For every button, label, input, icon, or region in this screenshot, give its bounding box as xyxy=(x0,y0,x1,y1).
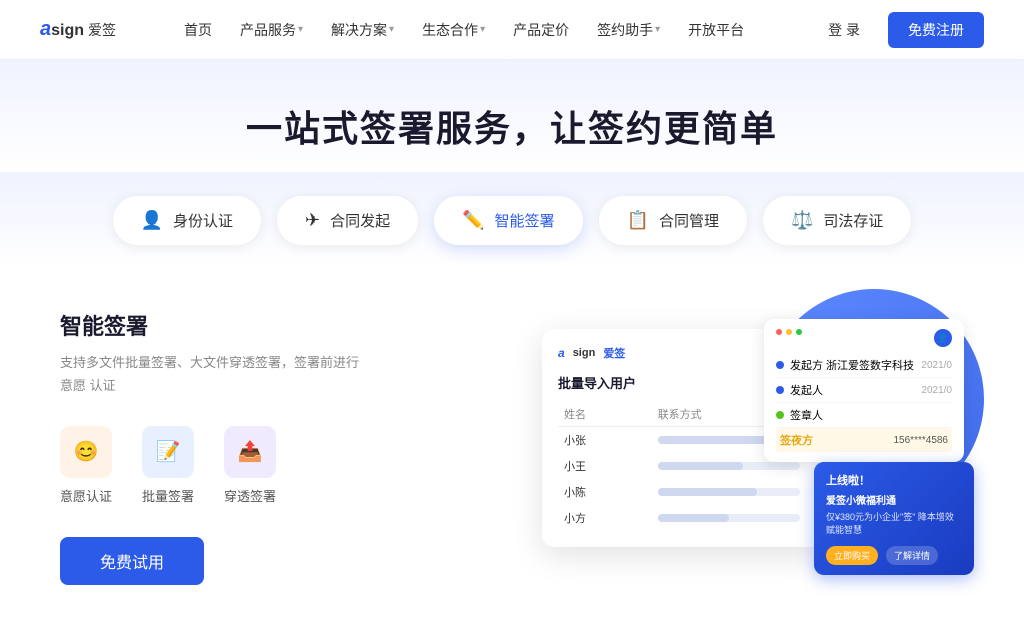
nav-products[interactable]: 产品服务 ▾ xyxy=(228,14,315,46)
dot-green xyxy=(796,329,802,335)
hero-section: 一站式签署服务，让签约更简单 xyxy=(0,60,1024,172)
nav-ecosystem[interactable]: 生态合作 ▾ xyxy=(410,14,497,46)
notif-learn-button[interactable]: 了解详情 xyxy=(886,546,938,565)
person-avatar: 👤 xyxy=(934,329,952,347)
dot-red xyxy=(776,329,782,335)
nav-assistant[interactable]: 签约助手 ▾ xyxy=(585,14,672,46)
penetrate-label: 穿透签署 xyxy=(224,486,276,505)
tab-judicial[interactable]: ⚖️ 司法存证 xyxy=(763,196,911,245)
login-button[interactable]: 登 录 xyxy=(812,14,876,46)
arrow-icon: 📤 xyxy=(238,439,263,464)
side-row-signer: 签章人 xyxy=(776,403,952,428)
chevron-down-icon: ▾ xyxy=(389,24,394,35)
pen-icon: ✏️ xyxy=(462,210,484,231)
chevron-down-icon: ▾ xyxy=(655,24,660,35)
tab-contract-manage-label: 合同管理 xyxy=(659,210,719,231)
side-phone: 156****4586 xyxy=(894,435,949,446)
send-icon: ✈ xyxy=(305,210,320,231)
content-left: 智能签署 支持多文件批量签署、大文件穿透签署，签署前进行意愿 认证 😊 意愿认证… xyxy=(60,309,360,585)
free-trial-button[interactable]: 免费试用 xyxy=(60,537,204,585)
card-logo-chinese: 爱签 xyxy=(603,345,625,361)
nav-pricing[interactable]: 产品定价 xyxy=(501,14,581,46)
feature-batch-sign: 📝 批量签署 xyxy=(142,426,194,505)
row-name-1: 小张 xyxy=(558,427,652,454)
tab-identity[interactable]: 👤 身份认证 xyxy=(113,196,261,245)
notif-actions: 立即购买 了解详情 xyxy=(826,546,962,565)
notification-card: 上线啦！ 爱签小微福利通 仅¥380元为小企业"签" 降本增效 赋能智慧 立即购… xyxy=(814,462,974,575)
card-logo-sign: sign xyxy=(573,347,596,359)
side-date-2: 2021/0 xyxy=(921,385,952,396)
tab-smart-sign[interactable]: ✏️ 智能签署 xyxy=(434,196,582,245)
document-icon: 📋 xyxy=(627,210,649,231)
row-bar-3 xyxy=(658,488,800,496)
row-bar-2 xyxy=(658,462,800,470)
notif-desc: 仅¥380元为小企业"签" 降本增效 赋能智慧 xyxy=(826,511,962,538)
tab-contract-start[interactable]: ✈ 合同发起 xyxy=(277,196,418,245)
side-initiator-label: 发起人 xyxy=(790,382,823,398)
header: asign 爱签 首页 产品服务 ▾ 解决方案 ▾ 生态合作 ▾ 产品定价 签约… xyxy=(0,0,1024,60)
dot-blue-icon xyxy=(776,361,784,369)
logo-chinese: 爱签 xyxy=(88,20,116,40)
row-name-3: 小陈 xyxy=(558,479,652,505)
main-nav: 首页 产品服务 ▾ 解决方案 ▾ 生态合作 ▾ 产品定价 签约助手 ▾ 开放平台 xyxy=(172,14,756,46)
person-icon: 👤 xyxy=(141,210,163,231)
side-row-initiator: 发起人 2021/0 xyxy=(776,378,952,403)
feature-tabs: 👤 身份认证 ✈ 合同发起 ✏️ 智能签署 📋 合同管理 ⚖️ 司法存证 xyxy=(0,172,1024,269)
logo[interactable]: asign 爱签 xyxy=(40,18,116,41)
feature-intention: 😊 意愿认证 xyxy=(60,426,112,505)
side-info-card: 👤 发起方 浙江爱签数字科技 2021/0 发起人 2021/0 xyxy=(764,319,964,462)
content-right: 👤 发起方 浙江爱签数字科技 2021/0 发起人 2021/0 xyxy=(400,309,964,585)
chevron-down-icon: ▾ xyxy=(480,24,485,35)
header-actions: 登 录 免费注册 xyxy=(812,12,984,48)
edit-icon: 📝 xyxy=(156,439,181,464)
table-row: 小方 xyxy=(558,505,806,531)
side-date-1: 2021/0 xyxy=(921,360,952,371)
tab-judicial-label: 司法存证 xyxy=(823,210,883,231)
nav-solutions[interactable]: 解决方案 ▾ xyxy=(319,14,406,46)
section-title: 智能签署 xyxy=(60,309,360,341)
tab-smart-sign-label: 智能签署 xyxy=(495,210,555,231)
tab-contract-manage[interactable]: 📋 合同管理 xyxy=(599,196,747,245)
hero-title: 一站式签署服务，让签约更简单 xyxy=(40,100,984,152)
chevron-down-icon: ▾ xyxy=(298,24,303,35)
dot-green-icon xyxy=(776,411,784,419)
row-name-2: 小王 xyxy=(558,453,652,479)
side-sender-label: 发起方 浙江爱签数字科技 xyxy=(790,357,914,373)
penetrate-icon-box: 📤 xyxy=(224,426,276,478)
side-seal-label: 签夜方 xyxy=(780,432,813,448)
col-name: 姓名 xyxy=(558,402,652,427)
scale-icon: ⚖️ xyxy=(791,210,813,231)
intention-icon-box: 😊 xyxy=(60,426,112,478)
dot-blue-icon2 xyxy=(776,386,784,394)
dot-yellow xyxy=(786,329,792,335)
side-signer-label: 签章人 xyxy=(790,407,823,423)
main-content: 智能签署 支持多文件批量签署、大文件穿透签署，签署前进行意愿 认证 😊 意愿认证… xyxy=(0,269,1024,625)
face-icon: 😊 xyxy=(74,439,99,464)
nav-home[interactable]: 首页 xyxy=(172,14,224,46)
register-button[interactable]: 免费注册 xyxy=(888,12,984,48)
notif-title: 上线啦！ xyxy=(826,472,962,488)
batch-label: 批量签署 xyxy=(142,486,194,505)
notif-subtitle: 爱签小微福利通 xyxy=(826,492,962,507)
nav-open-platform[interactable]: 开放平台 xyxy=(676,14,756,46)
batch-icon-box: 📝 xyxy=(142,426,194,478)
feature-penetrate-sign: 📤 穿透签署 xyxy=(224,426,276,505)
tab-identity-label: 身份认证 xyxy=(173,210,233,231)
table-row: 小陈 xyxy=(558,479,806,505)
section-desc: 支持多文件批量签署、大文件穿透签署，签署前进行意愿 认证 xyxy=(60,351,360,398)
card-logo-a: a xyxy=(558,346,565,360)
logo-brand: asign xyxy=(40,18,84,41)
row-bar-4 xyxy=(658,514,800,522)
feature-icons: 😊 意愿认证 📝 批量签署 📤 穿透签署 xyxy=(60,426,360,505)
side-row-seal: 签夜方 156****4586 xyxy=(776,428,952,452)
card-side-header: 👤 xyxy=(776,329,952,347)
side-row-sender: 发起方 浙江爱签数字科技 2021/0 xyxy=(776,353,952,378)
notif-buy-button[interactable]: 立即购买 xyxy=(826,546,878,565)
intention-label: 意愿认证 xyxy=(60,486,112,505)
row-name-4: 小方 xyxy=(558,505,652,531)
tab-contract-start-label: 合同发起 xyxy=(330,210,390,231)
